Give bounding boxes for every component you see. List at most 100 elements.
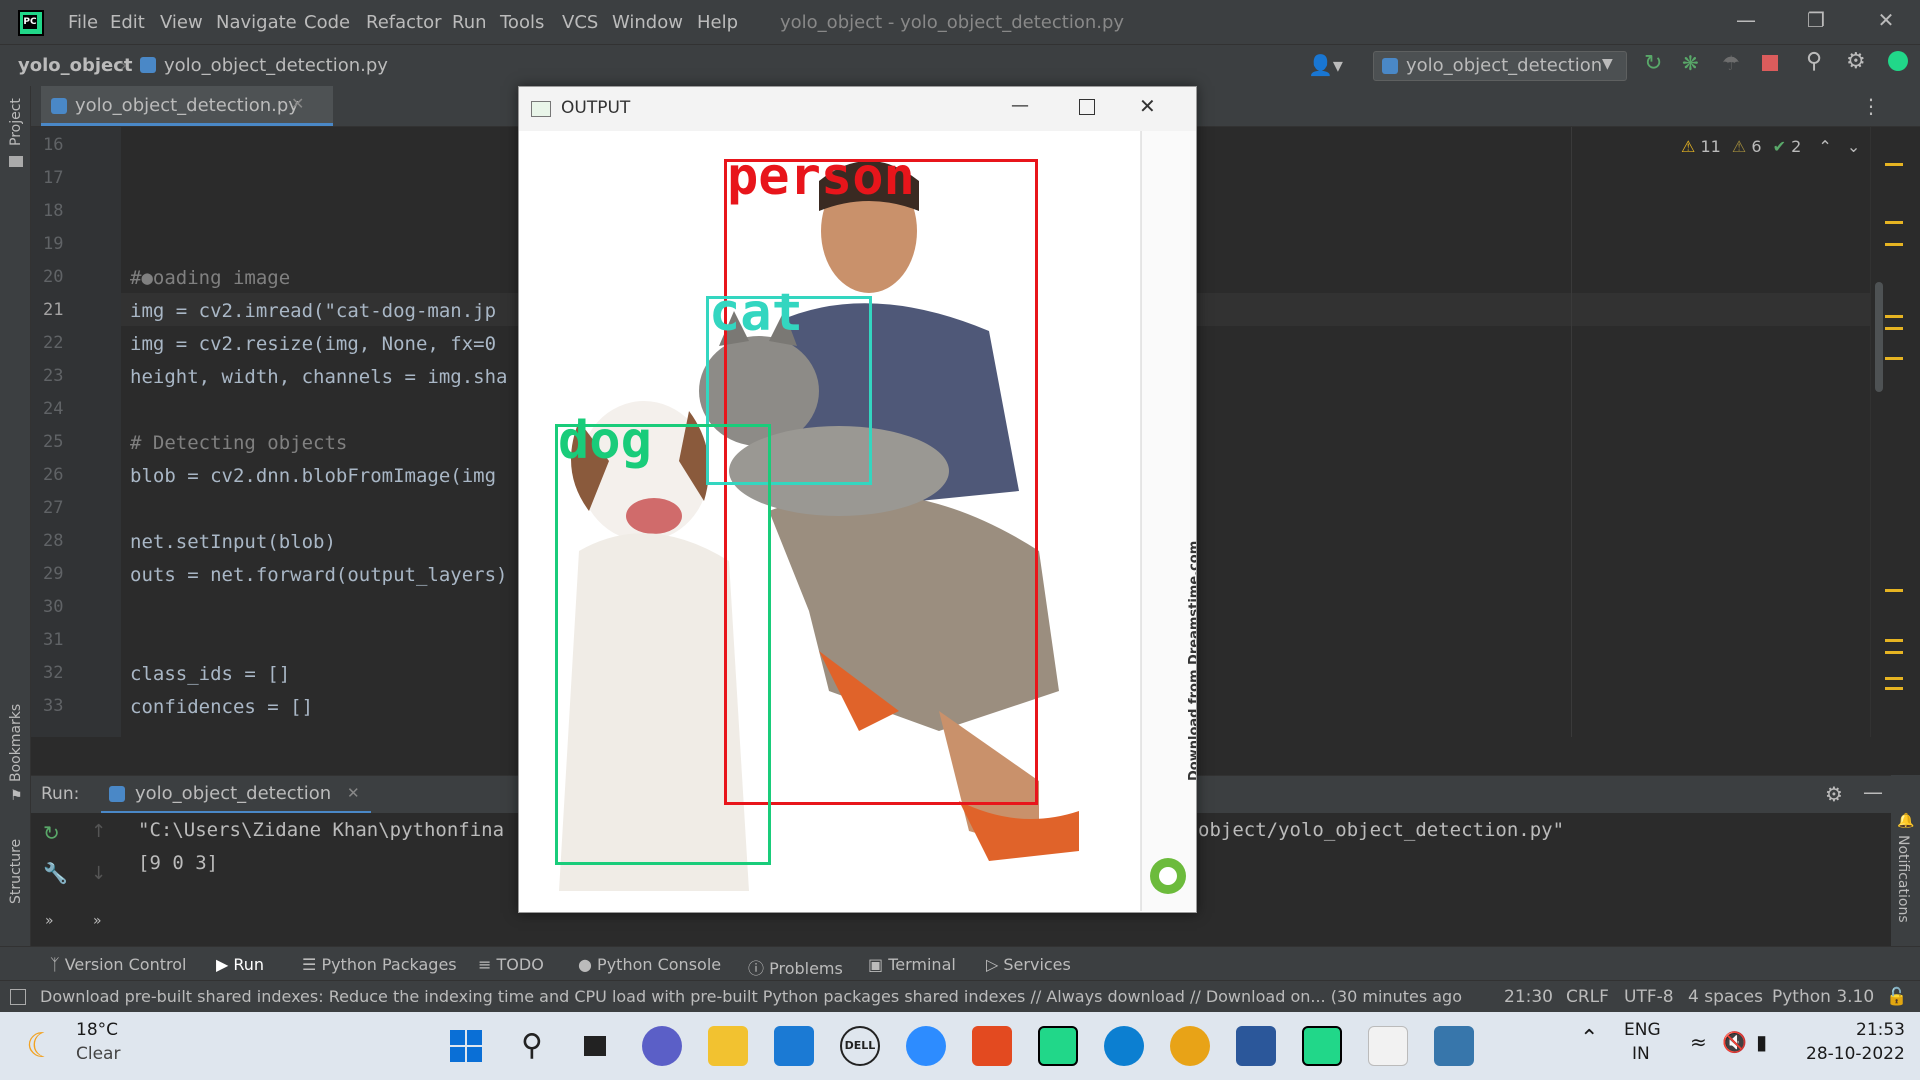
office-icon[interactable] [972, 1026, 1012, 1066]
teams-chat-icon[interactable] [642, 1026, 682, 1066]
stripe-marker[interactable] [1885, 651, 1903, 654]
battery-icon[interactable]: ▮ [1756, 1030, 1767, 1054]
stripe-marker[interactable] [1885, 315, 1903, 318]
stop-icon[interactable] [1762, 55, 1778, 71]
indent-setting[interactable]: 4 spaces [1688, 987, 1763, 1007]
python-interpreter[interactable]: Python 3.10 [1772, 987, 1874, 1007]
weather-temperature[interactable]: 18°C [76, 1020, 118, 1040]
inspection-widget[interactable]: ⚠ 11 ⚠ 6 ✔ 2 ⌃ ⌄ [1681, 137, 1860, 156]
speaker-muted-icon[interactable]: 🔇 [1722, 1030, 1747, 1054]
rerun-icon[interactable]: ↻ [43, 821, 60, 845]
breadcrumb-file[interactable]: yolo_object_detection.py [164, 55, 388, 76]
run-config-selector[interactable]: yolo_object_detection ▼ [1373, 51, 1627, 81]
tool-todo[interactable]: ≡ TODO [478, 955, 544, 974]
stripe-marker[interactable] [1885, 243, 1903, 246]
editor-scrollbar[interactable] [1875, 282, 1883, 392]
line-separator[interactable]: CRLF [1566, 987, 1609, 1007]
minimize-button[interactable]: — [1726, 8, 1766, 36]
dell-icon[interactable]: DELL [840, 1026, 880, 1066]
hide-panel-icon[interactable]: — [1863, 780, 1883, 804]
menu-file[interactable]: File [68, 12, 98, 33]
gear-icon[interactable]: ⚙ [1825, 782, 1843, 806]
caret-position[interactable]: 21:30 [1504, 987, 1553, 1007]
stripe-marker[interactable] [1885, 357, 1903, 360]
chrome-icon[interactable] [1170, 1026, 1210, 1066]
bell-icon[interactable]: 🔔 [1897, 813, 1914, 829]
close-button[interactable]: ✕ [1139, 94, 1156, 118]
search-icon[interactable]: ⚲ [512, 1026, 552, 1066]
clock-date[interactable]: 28-10-2022 [1806, 1044, 1905, 1064]
mail-icon[interactable] [774, 1026, 814, 1066]
breadcrumb-project[interactable]: yolo_object [18, 55, 133, 76]
menu-tools[interactable]: Tools [500, 12, 544, 33]
menu-refactor[interactable]: Refactor [366, 12, 442, 33]
show-hidden-icons-icon[interactable]: ⌃ [1580, 1026, 1598, 1051]
notifications-tool-tab[interactable]: Notifications [1895, 835, 1911, 923]
debug-icon[interactable]: ❋ [1682, 51, 1699, 75]
file-explorer-icon[interactable] [708, 1026, 748, 1066]
input-language[interactable]: ENG [1624, 1020, 1661, 1040]
status-message[interactable]: Download pre-built shared indexes: Reduc… [40, 987, 1462, 1006]
output-window[interactable]: OUTPUT — ✕ Download from Dreamstime.com … [518, 86, 1197, 913]
tool-python-packages[interactable]: ☰ Python Packages [302, 955, 457, 974]
maximize-button[interactable] [1079, 99, 1095, 115]
menu-code[interactable]: Code [304, 12, 350, 33]
previous-highlight-icon[interactable]: ⌃ [1818, 137, 1831, 156]
stripe-marker[interactable] [1885, 589, 1903, 592]
close-tab-icon[interactable]: ✕ [291, 94, 304, 113]
menu-run[interactable]: Run [452, 12, 487, 33]
tool-problems[interactable]: ⓘ Problems [748, 955, 843, 979]
user-icon[interactable]: 👤▾ [1308, 53, 1343, 77]
menu-view[interactable]: View [160, 12, 203, 33]
stripe-marker[interactable] [1885, 687, 1903, 690]
bookmarks-tool-tab[interactable]: Bookmarks [8, 704, 24, 782]
clock-time[interactable]: 21:53 [1856, 1020, 1905, 1040]
pycharm-app-icon-2[interactable] [1302, 1026, 1342, 1066]
run-tab[interactable]: yolo_object_detection ✕ [101, 776, 371, 814]
stripe-marker[interactable] [1885, 639, 1903, 642]
gear-icon[interactable]: ⚙ [1846, 49, 1866, 74]
more-actions-icon[interactable]: » [45, 913, 54, 929]
scroll-down-icon[interactable]: ↓ [91, 863, 106, 884]
snipping-tool-icon[interactable] [1368, 1026, 1408, 1066]
minimize-button[interactable]: — [1011, 95, 1029, 116]
tab-yolo-object-detection[interactable]: yolo_object_detection.py ✕ [41, 86, 333, 126]
search-icon[interactable]: ⚲ [1806, 49, 1822, 74]
plugin-icon[interactable] [1888, 51, 1908, 71]
project-tool-tab[interactable]: Project [8, 98, 24, 146]
menu-navigate[interactable]: Navigate [216, 12, 297, 33]
scroll-up-icon[interactable]: ↑ [91, 821, 106, 842]
windows-start-icon[interactable] [446, 1026, 486, 1066]
stripe-marker[interactable] [1885, 163, 1903, 166]
wifi-icon[interactable]: ≈ [1690, 1030, 1707, 1054]
file-encoding[interactable]: UTF-8 [1624, 987, 1674, 1007]
stripe-marker[interactable] [1885, 327, 1903, 330]
tool-version-control[interactable]: ᛉ Version Control [50, 955, 186, 974]
restore-button[interactable]: ❐ [1796, 8, 1836, 36]
tool-run[interactable]: ▶ Run [216, 955, 264, 974]
menu-help[interactable]: Help [697, 12, 738, 33]
lock-icon[interactable]: 🔓 [1886, 987, 1907, 1007]
menu-edit[interactable]: Edit [110, 12, 145, 33]
task-view-icon[interactable] [576, 1026, 616, 1066]
next-highlight-icon[interactable]: ⌄ [1847, 137, 1860, 156]
error-stripe[interactable] [1870, 127, 1920, 737]
tool-services[interactable]: ▷ Services [986, 955, 1071, 974]
rerun-icon[interactable]: ↻ [1644, 51, 1662, 76]
zoom-icon[interactable] [906, 1026, 946, 1066]
close-tab-icon[interactable]: ✕ [347, 784, 360, 802]
edge-icon[interactable] [1104, 1026, 1144, 1066]
output-window-titlebar[interactable]: OUTPUT — ✕ [519, 87, 1196, 131]
word-icon[interactable] [1236, 1026, 1276, 1066]
more-options-icon[interactable]: ⋮ [1861, 94, 1881, 118]
menu-vcs[interactable]: VCS [562, 12, 598, 33]
stripe-marker[interactable] [1885, 677, 1903, 680]
close-button[interactable]: ✕ [1866, 8, 1906, 36]
pycharm-app-icon[interactable] [1038, 1026, 1078, 1066]
input-region[interactable]: IN [1632, 1044, 1650, 1064]
structure-tool-tab[interactable]: Structure [8, 839, 24, 904]
tool-python-console[interactable]: ● Python Console [578, 955, 721, 974]
coverage-icon[interactable]: ☂ [1722, 51, 1740, 75]
tool-terminal[interactable]: ▣ Terminal [868, 955, 956, 974]
more-actions-icon[interactable]: » [93, 913, 102, 929]
